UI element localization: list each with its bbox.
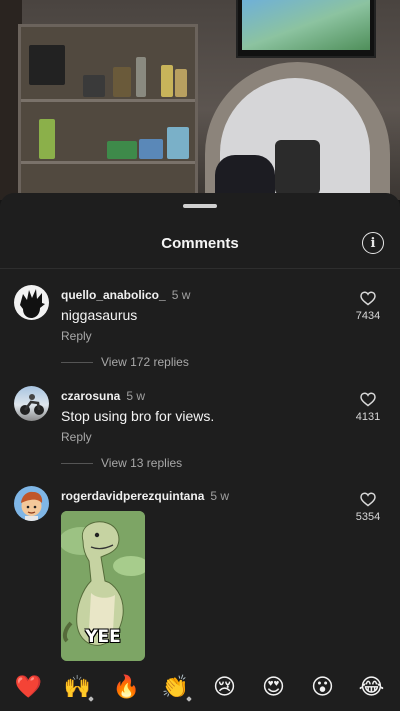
comments-sheet: Comments i quello_anabolico_ 5 w niggasau… — [0, 193, 400, 711]
gif-caption: YEE — [85, 627, 121, 647]
like-count: 4131 — [355, 411, 381, 423]
reply-button[interactable]: Reply — [61, 329, 92, 343]
like-count: 7434 — [355, 310, 381, 322]
avatar[interactable] — [14, 386, 49, 421]
drag-handle[interactable] — [183, 204, 217, 208]
comment-username[interactable]: czarosuna — [61, 389, 120, 403]
crying-face-emoji-button[interactable]: 😢 — [207, 676, 243, 699]
comment-time: 5 w — [210, 489, 230, 503]
chair-silhouette — [275, 140, 320, 195]
clapping-hands-emoji-button[interactable]: 👏 — [158, 676, 194, 702]
replies-divider — [61, 462, 93, 464]
like-button[interactable]: 4131 — [350, 392, 386, 423]
sheet-header: Comments i — [0, 221, 400, 269]
tears-of-joy-emoji-button[interactable]: 😂 — [354, 676, 390, 699]
comment-text: Stop using bro for views. — [61, 408, 215, 424]
avatar[interactable] — [14, 285, 49, 320]
comment-item: czarosuna 5 w Stop using bro for views. R… — [0, 386, 400, 476]
comment-gif[interactable]: YEE — [61, 511, 145, 661]
view-replies-button[interactable]: View 13 replies — [61, 456, 182, 470]
heart-outline-icon — [360, 291, 376, 306]
like-button[interactable]: 5354 — [350, 492, 386, 523]
sheet-title: Comments — [161, 235, 239, 252]
heart-outline-icon — [360, 392, 376, 407]
like-count: 5354 — [355, 511, 381, 523]
comment-username[interactable]: rogerdavidperezquintana — [61, 489, 204, 503]
avatar[interactable] — [14, 486, 49, 521]
motorcycle-photo-avatar-icon — [20, 394, 44, 415]
goku-silhouette-avatar-icon — [20, 289, 45, 318]
emoji-reaction-bar: ❤️ 🙌 🔥 👏 😢 😍 😮 😂 — [0, 664, 400, 711]
heart-outline-icon — [360, 492, 376, 507]
astonished-face-emoji-button[interactable]: 😮 — [305, 676, 341, 699]
info-icon[interactable]: i — [362, 232, 384, 254]
app-screen: Comments i quello_anabolico_ 5 w niggasau… — [0, 0, 400, 711]
heart-emoji-button[interactable]: ❤️ — [11, 676, 47, 699]
fire-emoji-button[interactable]: 🔥 — [109, 676, 145, 699]
background-video[interactable] — [0, 0, 400, 200]
comment-time: 5 w — [126, 389, 146, 403]
like-button[interactable]: 7434 — [350, 291, 386, 322]
cartoon-boy-avatar-icon — [21, 491, 43, 521]
shelf-unit — [18, 24, 198, 200]
replies-divider — [61, 361, 93, 363]
raising-hands-emoji-button[interactable]: 🙌 — [60, 676, 96, 702]
reply-button[interactable]: Reply — [61, 430, 92, 444]
comment-item: quello_anabolico_ 5 w niggasaurus Reply V… — [0, 285, 400, 375]
view-replies-button[interactable]: View 172 replies — [61, 355, 189, 369]
heart-eyes-emoji-button[interactable]: 😍 — [256, 676, 292, 699]
comment-text: niggasaurus — [61, 307, 138, 323]
tv — [236, 0, 376, 58]
comment-time: 5 w — [171, 288, 191, 302]
comment-item: rogerdavidperezquintana 5 w YEE 5354 — [0, 486, 400, 676]
comment-username[interactable]: quello_anabolico_ — [61, 288, 166, 302]
